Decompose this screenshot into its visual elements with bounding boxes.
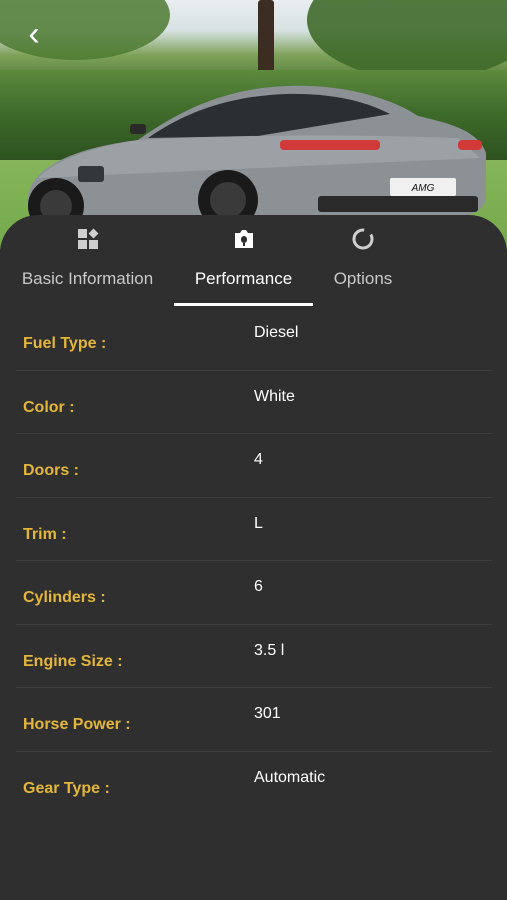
active-tab-indicator	[174, 303, 313, 306]
chevron-left-icon: ‹	[28, 15, 40, 53]
detail-row-fuel-type: Fuel Type : Diesel	[16, 307, 492, 371]
detail-row-trim: Trim : L	[16, 498, 492, 561]
tab-performance[interactable]: Performance	[174, 215, 313, 307]
detail-value: 3.5 l	[254, 641, 285, 659]
detail-row-engine-size: Engine Size : 3.5 l	[16, 625, 492, 688]
detail-value: Automatic	[254, 768, 326, 786]
detail-label: Doors :	[23, 462, 79, 479]
camera-icon	[234, 230, 253, 248]
tree-foliage-right	[307, 0, 507, 80]
tab-options[interactable]: Options	[318, 215, 408, 307]
detail-label: Gear Type :	[23, 779, 110, 797]
detail-value: 6	[254, 578, 263, 595]
tab-bar: Basic Information Performance Options	[0, 215, 507, 307]
back-button[interactable]: ‹	[14, 14, 54, 54]
detail-value: L	[254, 514, 263, 532]
detail-label: Engine Size :	[23, 652, 123, 670]
detail-label: Horse Power :	[23, 716, 131, 733]
grid-icon	[77, 228, 98, 249]
tab-label: Basic Information	[21, 269, 154, 288]
hero-image: AMG ‹	[0, 0, 507, 250]
tab-label: Options	[333, 269, 393, 288]
detail-row-color: Color : White	[16, 371, 492, 434]
detail-value: White	[254, 387, 295, 405]
details-panel: Basic Information Performance Options Fu…	[0, 215, 507, 900]
tab-basic-information[interactable]: Basic Information	[10, 215, 165, 307]
detail-row-gear-type: Gear Type : Automatic	[16, 752, 492, 815]
detail-label: Fuel Type :	[23, 335, 107, 352]
detail-value: Diesel	[254, 324, 299, 341]
options-icon	[352, 228, 374, 250]
detail-label: Color :	[23, 398, 75, 416]
detail-value: 301	[254, 705, 281, 722]
detail-row-doors: Doors : 4	[16, 434, 492, 498]
tail-light-left	[280, 140, 380, 150]
detail-label: Cylinders :	[23, 589, 106, 606]
detail-value: 4	[254, 451, 263, 468]
detail-row-horse-power: Horse Power : 301	[16, 688, 492, 752]
side-mirror	[130, 124, 146, 134]
detail-label: Trim :	[23, 525, 67, 543]
detail-row-cylinders: Cylinders : 6	[16, 561, 492, 625]
details-list: Fuel Type : Diesel Color : White Doors :…	[16, 307, 492, 814]
tab-label: Performance	[194, 269, 293, 288]
tail-light-right	[458, 140, 482, 150]
car-image: AMG	[27, 85, 486, 228]
svg-text:AMG: AMG	[411, 183, 435, 194]
